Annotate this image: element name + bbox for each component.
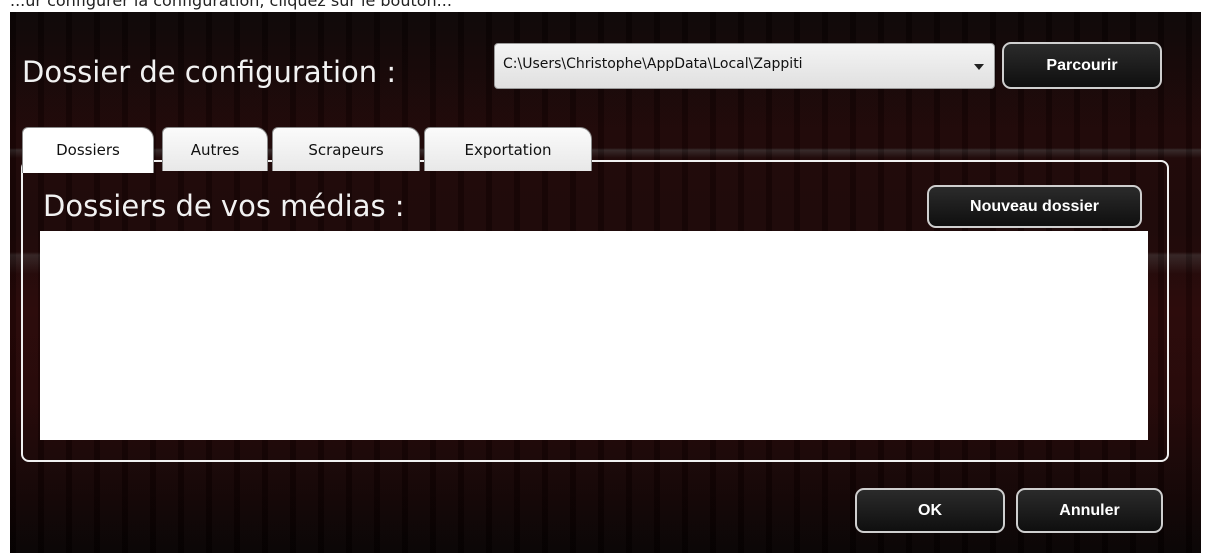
new-folder-button[interactable]: Nouveau dossier: [927, 185, 1142, 228]
chevron-down-icon[interactable]: [974, 64, 984, 70]
top-strip-text: ...ur configurer la configuration, cliqu…: [10, 0, 452, 10]
config-path-value: C:\Users\Christophe\AppData\Local\Zappit…: [503, 56, 803, 72]
media-folders-heading: Dossiers de vos médias :: [43, 189, 405, 223]
media-folders-list[interactable]: [40, 231, 1148, 440]
config-path-dropdown[interactable]: C:\Users\Christophe\AppData\Local\Zappit…: [494, 43, 995, 89]
tab-autres[interactable]: Autres: [162, 127, 268, 171]
cancel-button[interactable]: Annuler: [1016, 488, 1163, 533]
tab-exportation[interactable]: Exportation: [424, 127, 592, 171]
browse-button[interactable]: Parcourir: [1002, 42, 1162, 89]
config-folder-label: Dossier de configuration :: [22, 55, 397, 89]
tab-dossiers[interactable]: Dossiers: [22, 127, 154, 173]
tab-scrapeurs[interactable]: Scrapeurs: [272, 127, 420, 171]
top-text-strip: ...ur configurer la configuration, cliqu…: [0, 0, 1205, 12]
ok-button[interactable]: OK: [855, 488, 1005, 533]
